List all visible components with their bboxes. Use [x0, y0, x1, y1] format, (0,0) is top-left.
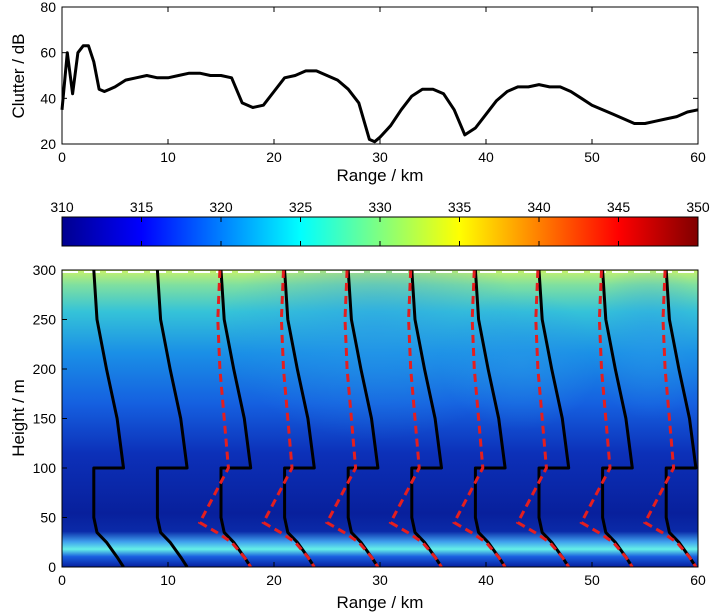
height-y-tick-label: 150	[33, 411, 57, 427]
height-range-chart: 0 10 20 30 40 50 60 0 50 100 150 200 250 300 Range /…	[9, 262, 706, 612]
clutter-y-tick-label: 40	[40, 90, 56, 106]
clutter-y-tick-label: 20	[40, 136, 56, 152]
height-x-tick-label: 0	[58, 572, 66, 588]
heatmap-lobe	[590, 270, 698, 420]
height-y-tick-label: 100	[33, 460, 57, 476]
clutter-x-tick-label: 10	[160, 149, 176, 165]
clutter-y-tick-label: 60	[40, 45, 56, 61]
height-x-axis-label: Range / km	[337, 593, 424, 612]
height-x-tick-label: 50	[584, 572, 600, 588]
colorbar-tick-label: 330	[368, 199, 392, 215]
height-x-tick-label: 60	[690, 572, 706, 588]
colorbar-tick-label: 315	[130, 199, 154, 215]
colorbar-tick-label: 345	[607, 199, 631, 215]
clutter-plot-area	[61, 6, 699, 145]
height-y-axis-label: Height / m	[9, 379, 28, 456]
colorbar-tick-label: 335	[448, 199, 472, 215]
clutter-chart: 0 10 20 30 40 50 60 20 40 60 80 Range / km Clutte…	[9, 0, 706, 185]
clutter-y-axis-label: Clutter / dB	[9, 33, 28, 118]
height-x-tick-label: 20	[266, 572, 282, 588]
clutter-y-tick-label: 80	[40, 0, 56, 15]
colorbar: 310 315 320 325 330 335 340 345 350	[50, 199, 710, 247]
height-x-tick-label: 10	[160, 572, 176, 588]
heatmap-lobe	[440, 290, 600, 430]
figure: 0 10 20 30 40 50 60 20 40 60 80 Range / km Clutte…	[9, 0, 710, 612]
height-x-tick-label: 40	[478, 572, 494, 588]
clutter-x-tick-label: 20	[266, 149, 282, 165]
height-y-tick-label: 50	[40, 510, 56, 526]
height-y-tick-label: 200	[33, 361, 57, 377]
height-x-tick-label: 30	[372, 572, 388, 588]
clutter-x-axis-label: Range / km	[337, 166, 424, 185]
clutter-x-tick-label: 50	[584, 149, 600, 165]
clutter-x-tick-label: 40	[478, 149, 494, 165]
height-y-tick-label: 250	[33, 312, 57, 328]
colorbar-tick-label: 310	[50, 199, 74, 215]
colorbar-tick-label: 350	[686, 199, 710, 215]
colorbar-tick-label: 320	[209, 199, 233, 215]
clutter-x-tick-label: 0	[58, 149, 66, 165]
clutter-x-tick-label: 30	[372, 149, 388, 165]
colorbar-tick-label: 325	[289, 199, 313, 215]
height-y-tick-label: 300	[33, 262, 57, 278]
height-y-tick-label: 0	[48, 559, 56, 575]
colorbar-tick-label: 340	[527, 199, 551, 215]
clutter-x-tick-label: 60	[690, 149, 706, 165]
